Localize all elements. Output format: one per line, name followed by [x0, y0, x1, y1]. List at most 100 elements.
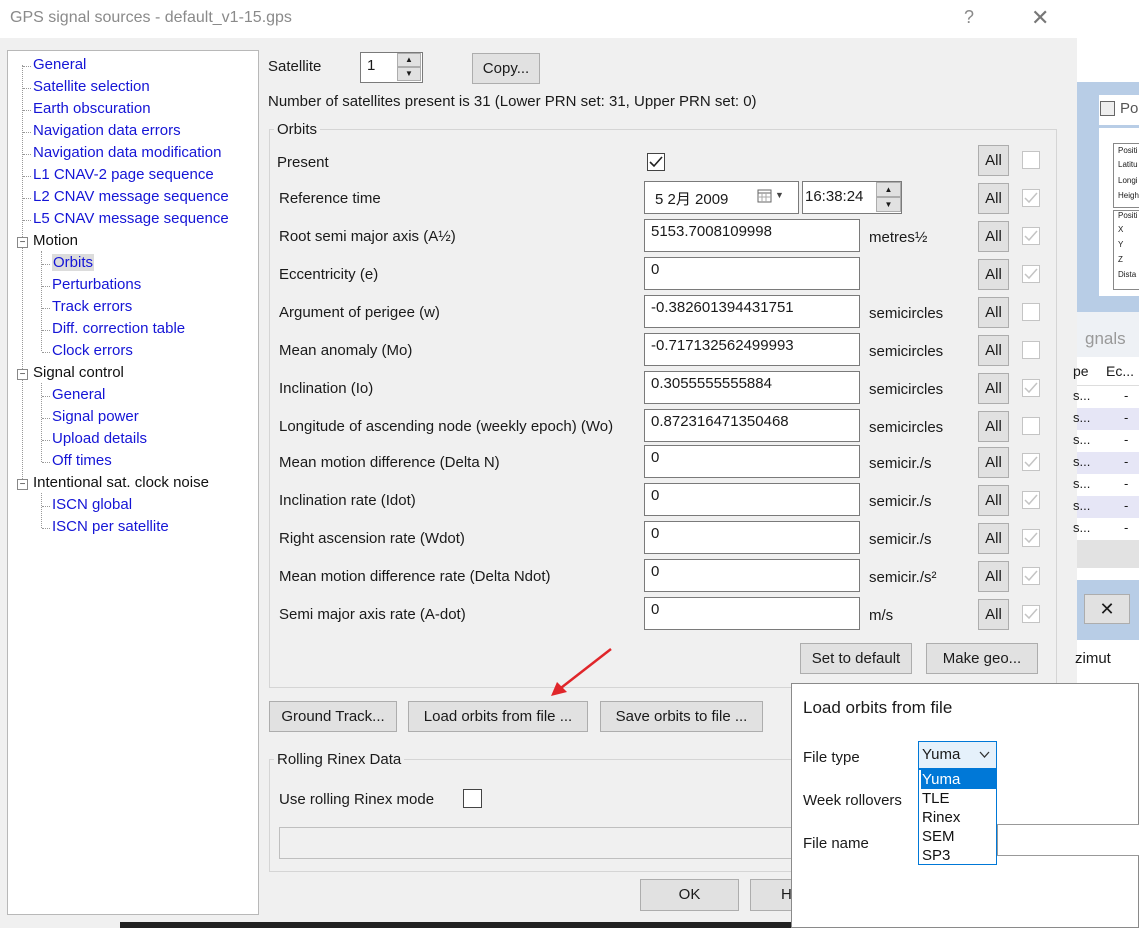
mean-motion-difference-all-button[interactable]: All	[978, 447, 1009, 478]
longitude-ascending-node-all-checkbox[interactable]	[1022, 417, 1040, 435]
table-scroll-area[interactable]	[1077, 540, 1139, 568]
inclination-rate-all-checkbox[interactable]	[1022, 491, 1040, 509]
table-row[interactable]: s... -	[1073, 408, 1139, 430]
column-header[interactable]: Ec...	[1106, 363, 1134, 379]
mean-motion-difference-rate-all-button[interactable]: All	[978, 561, 1009, 592]
tree-item-off-times[interactable]: Off times	[52, 452, 112, 469]
tree-item-upload-details[interactable]: Upload details	[52, 430, 147, 447]
close-icon[interactable]: ✕	[1031, 5, 1049, 31]
column-header[interactable]: pe	[1073, 363, 1089, 379]
table-row[interactable]: s... -	[1073, 518, 1139, 540]
inclination-all-button[interactable]: All	[978, 373, 1009, 404]
tree-item-clock-errors[interactable]: Clock errors	[52, 342, 133, 359]
mean-anomaly-all-checkbox[interactable]	[1022, 341, 1040, 359]
load-orbits-from-file-button[interactable]: Load orbits from file ...	[408, 701, 588, 732]
satellite-spin-down-icon[interactable]: ▼	[397, 67, 421, 81]
satellite-spin-up-icon[interactable]: ▲	[397, 53, 421, 67]
right-ascension-rate-all-checkbox[interactable]	[1022, 529, 1040, 547]
eccentricity-all-button[interactable]: All	[978, 259, 1009, 290]
mean-anomaly-input[interactable]: -0.717132562499993	[644, 333, 860, 366]
inclination-all-checkbox[interactable]	[1022, 379, 1040, 397]
root-semi-major-axis-all-checkbox[interactable]	[1022, 227, 1040, 245]
longitude-ascending-node-all-button[interactable]: All	[978, 411, 1009, 442]
tree-item-signal-power[interactable]: Signal power	[52, 408, 139, 425]
semi-major-axis-rate-all-checkbox[interactable]	[1022, 605, 1040, 623]
time-spin-up-icon[interactable]: ▲	[876, 182, 901, 197]
right-ascension-rate-input[interactable]: 0	[644, 521, 860, 554]
tree-item-iscn-global[interactable]: ISCN global	[52, 496, 132, 513]
collapse-iscn-icon[interactable]: −	[17, 479, 28, 490]
rolling-rinex-mode-checkbox[interactable]	[463, 789, 482, 808]
tree-item-general[interactable]: General	[33, 56, 86, 73]
collapse-motion-icon[interactable]: −	[17, 237, 28, 248]
tree-item-signal-general[interactable]: General	[52, 386, 105, 403]
argument-of-perigee-input[interactable]: -0.382601394431751	[644, 295, 860, 328]
present-all-button[interactable]: All	[978, 145, 1009, 176]
table-row[interactable]: s... -	[1073, 386, 1139, 408]
tree-item-diff-correction-table[interactable]: Diff. correction table	[52, 320, 185, 337]
background-tab[interactable]: Po	[1099, 95, 1139, 125]
help-icon[interactable]: ?	[964, 7, 974, 28]
file-name-input[interactable]	[997, 824, 1139, 856]
file-type-option-yuma[interactable]: Yuma	[921, 770, 996, 789]
title-bar[interactable]: GPS signal sources - default_v1-15.gps ?…	[0, 0, 1077, 38]
date-dropdown-icon[interactable]: ▼	[775, 190, 784, 200]
right-ascension-rate-all-button[interactable]: All	[978, 523, 1009, 554]
mean-motion-difference-all-checkbox[interactable]	[1022, 453, 1040, 471]
tree-item-navigation-data-modification[interactable]: Navigation data modification	[33, 144, 221, 161]
tree-item-satellite-selection[interactable]: Satellite selection	[33, 78, 150, 95]
mean-motion-difference-input[interactable]: 0	[644, 445, 860, 478]
reference-time-all-checkbox[interactable]	[1022, 189, 1040, 207]
table-row[interactable]: s... -	[1073, 452, 1139, 474]
mean-motion-difference-rate-input[interactable]: 0	[644, 559, 860, 592]
tree-item-orbits[interactable]: Orbits	[52, 254, 95, 271]
save-orbits-to-file-button[interactable]: Save orbits to file ...	[600, 701, 763, 732]
inclination-rate-input[interactable]: 0	[644, 483, 860, 516]
tree-item-l5-cnav-message-sequence[interactable]: L5 CNAV message sequence	[33, 210, 229, 227]
ground-track-button[interactable]: Ground Track...	[269, 701, 397, 732]
reference-time-all-button[interactable]: All	[978, 183, 1009, 214]
table-row[interactable]: s... -	[1073, 496, 1139, 518]
tree-item-navigation-data-errors[interactable]: Navigation data errors	[33, 122, 181, 139]
ok-button[interactable]: OK	[640, 879, 739, 911]
collapse-signal-control-icon[interactable]: −	[17, 369, 28, 380]
copy-button[interactable]: Copy...	[472, 53, 540, 84]
file-type-select[interactable]: Yuma	[918, 741, 997, 769]
eccentricity-input[interactable]: 0	[644, 257, 860, 290]
background-close-icon[interactable]: ✕	[1084, 594, 1130, 624]
present-checkbox[interactable]	[647, 153, 665, 171]
root-semi-major-axis-all-button[interactable]: All	[978, 221, 1009, 252]
longitude-ascending-node-input[interactable]: 0.872316471350468	[644, 409, 860, 442]
table-row[interactable]: s... -	[1073, 430, 1139, 452]
tree-item-signal-control[interactable]: Signal control	[33, 364, 124, 381]
tree-item-track-errors[interactable]: Track errors	[52, 298, 132, 315]
tree-item-earth-obscuration[interactable]: Earth obscuration	[33, 100, 151, 117]
calendar-icon[interactable]	[757, 188, 772, 203]
time-spin-down-icon[interactable]: ▼	[876, 197, 901, 212]
argument-of-perigee-all-button[interactable]: All	[978, 297, 1009, 328]
tree-item-iscn-per-satellite[interactable]: ISCN per satellite	[52, 518, 169, 535]
tree-item-motion[interactable]: Motion	[33, 232, 78, 249]
mean-anomaly-all-button[interactable]: All	[978, 335, 1009, 366]
inclination-rate-all-button[interactable]: All	[978, 485, 1009, 516]
tree-item-intentional-clock-noise[interactable]: Intentional sat. clock noise	[33, 474, 209, 491]
tree-item-perturbations[interactable]: Perturbations	[52, 276, 141, 293]
file-type-option-sp3[interactable]: SP3	[921, 846, 996, 865]
semi-major-axis-rate-input[interactable]: 0	[644, 597, 860, 630]
eccentricity-all-checkbox[interactable]	[1022, 265, 1040, 283]
mean-motion-difference-rate-all-checkbox[interactable]	[1022, 567, 1040, 585]
file-type-option-tle[interactable]: TLE	[921, 789, 996, 808]
inclination-input[interactable]: 0.3055555555884	[644, 371, 860, 404]
file-type-option-sem[interactable]: SEM	[921, 827, 996, 846]
tree-item-l1-cnav2-page-sequence[interactable]: L1 CNAV-2 page sequence	[33, 166, 214, 183]
tree-item-l2-cnav-message-sequence[interactable]: L2 CNAV message sequence	[33, 188, 229, 205]
file-type-option-rinex[interactable]: Rinex	[921, 808, 996, 827]
argument-of-perigee-all-checkbox[interactable]	[1022, 303, 1040, 321]
table-row[interactable]: s... -	[1073, 474, 1139, 496]
root-semi-major-axis-input[interactable]: 5153.7008109998	[644, 219, 860, 252]
rinex-path-field[interactable]	[279, 827, 799, 859]
present-all-checkbox[interactable]	[1022, 151, 1040, 169]
semi-major-axis-rate-all-button[interactable]: All	[978, 599, 1009, 630]
set-to-default-button[interactable]: Set to default	[800, 643, 912, 674]
make-geo-button[interactable]: Make geo...	[926, 643, 1038, 674]
